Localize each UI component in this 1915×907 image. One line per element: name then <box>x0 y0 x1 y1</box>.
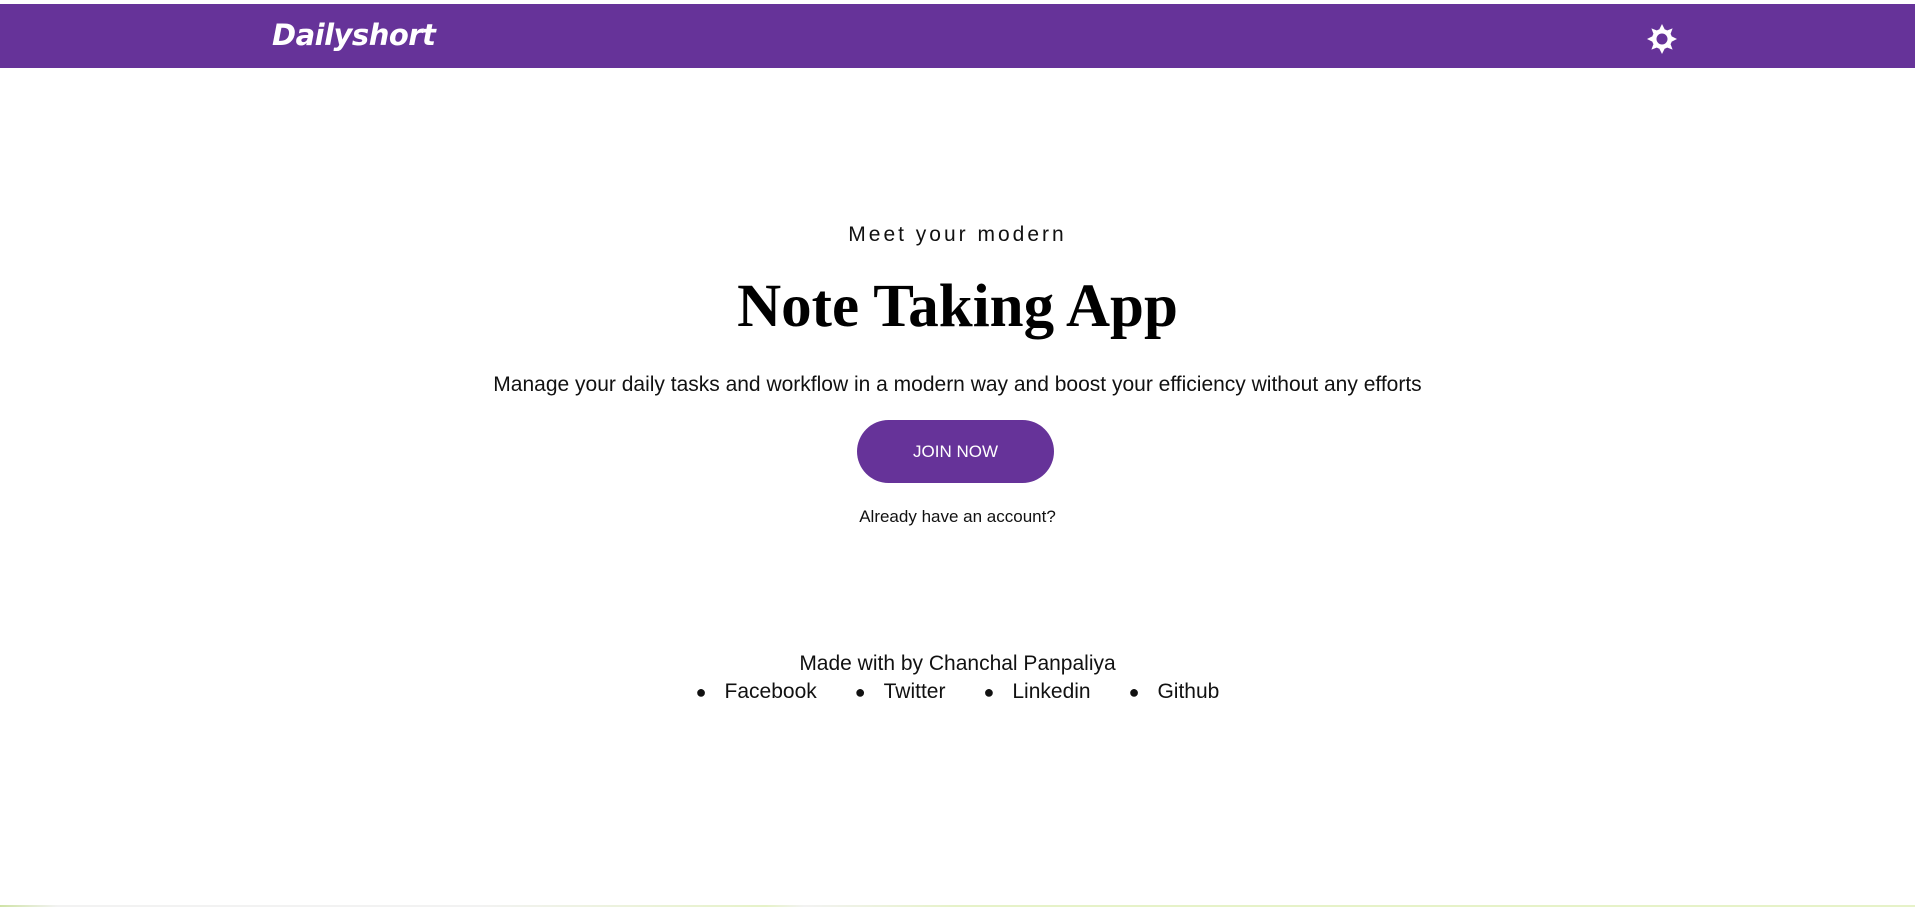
bullet-icon: ● <box>1128 681 1140 702</box>
social-link-twitter[interactable]: ● Twitter <box>855 680 946 704</box>
social-link-label: Twitter <box>883 680 946 703</box>
social-links-list: ● Facebook ● Twitter ● Linkedin ● Github <box>0 680 1915 704</box>
bullet-icon: ● <box>695 681 707 702</box>
join-now-button[interactable]: JOIN NOW <box>857 420 1054 483</box>
sun-icon <box>1647 24 1677 54</box>
social-link-github[interactable]: ● Github <box>1129 680 1220 704</box>
brand-logo[interactable]: Dailyshort <box>272 18 436 52</box>
footer-credit: Made with by Chanchal Panpaliya <box>799 652 1116 675</box>
hero-subline: Manage your daily tasks and workflow in … <box>493 373 1422 396</box>
social-link-label: Facebook <box>724 680 817 703</box>
bullet-icon: ● <box>983 681 995 702</box>
social-link-facebook[interactable]: ● Facebook <box>696 680 817 704</box>
theme-toggle-button[interactable] <box>1644 21 1680 57</box>
social-link-label: Github <box>1157 680 1220 703</box>
navbar: Dailyshort <box>0 4 1915 68</box>
hero-headline: Note Taking App <box>737 273 1178 340</box>
page: Dailyshort Meet your modern Note Taking … <box>0 0 1915 907</box>
social-link-label: Linkedin <box>1012 680 1091 703</box>
bullet-icon: ● <box>854 681 866 702</box>
login-link[interactable]: Already have an account? <box>0 507 1915 527</box>
hero-eyebrow: Meet your modern <box>848 223 1067 246</box>
social-link-linkedin[interactable]: ● Linkedin <box>983 680 1090 704</box>
